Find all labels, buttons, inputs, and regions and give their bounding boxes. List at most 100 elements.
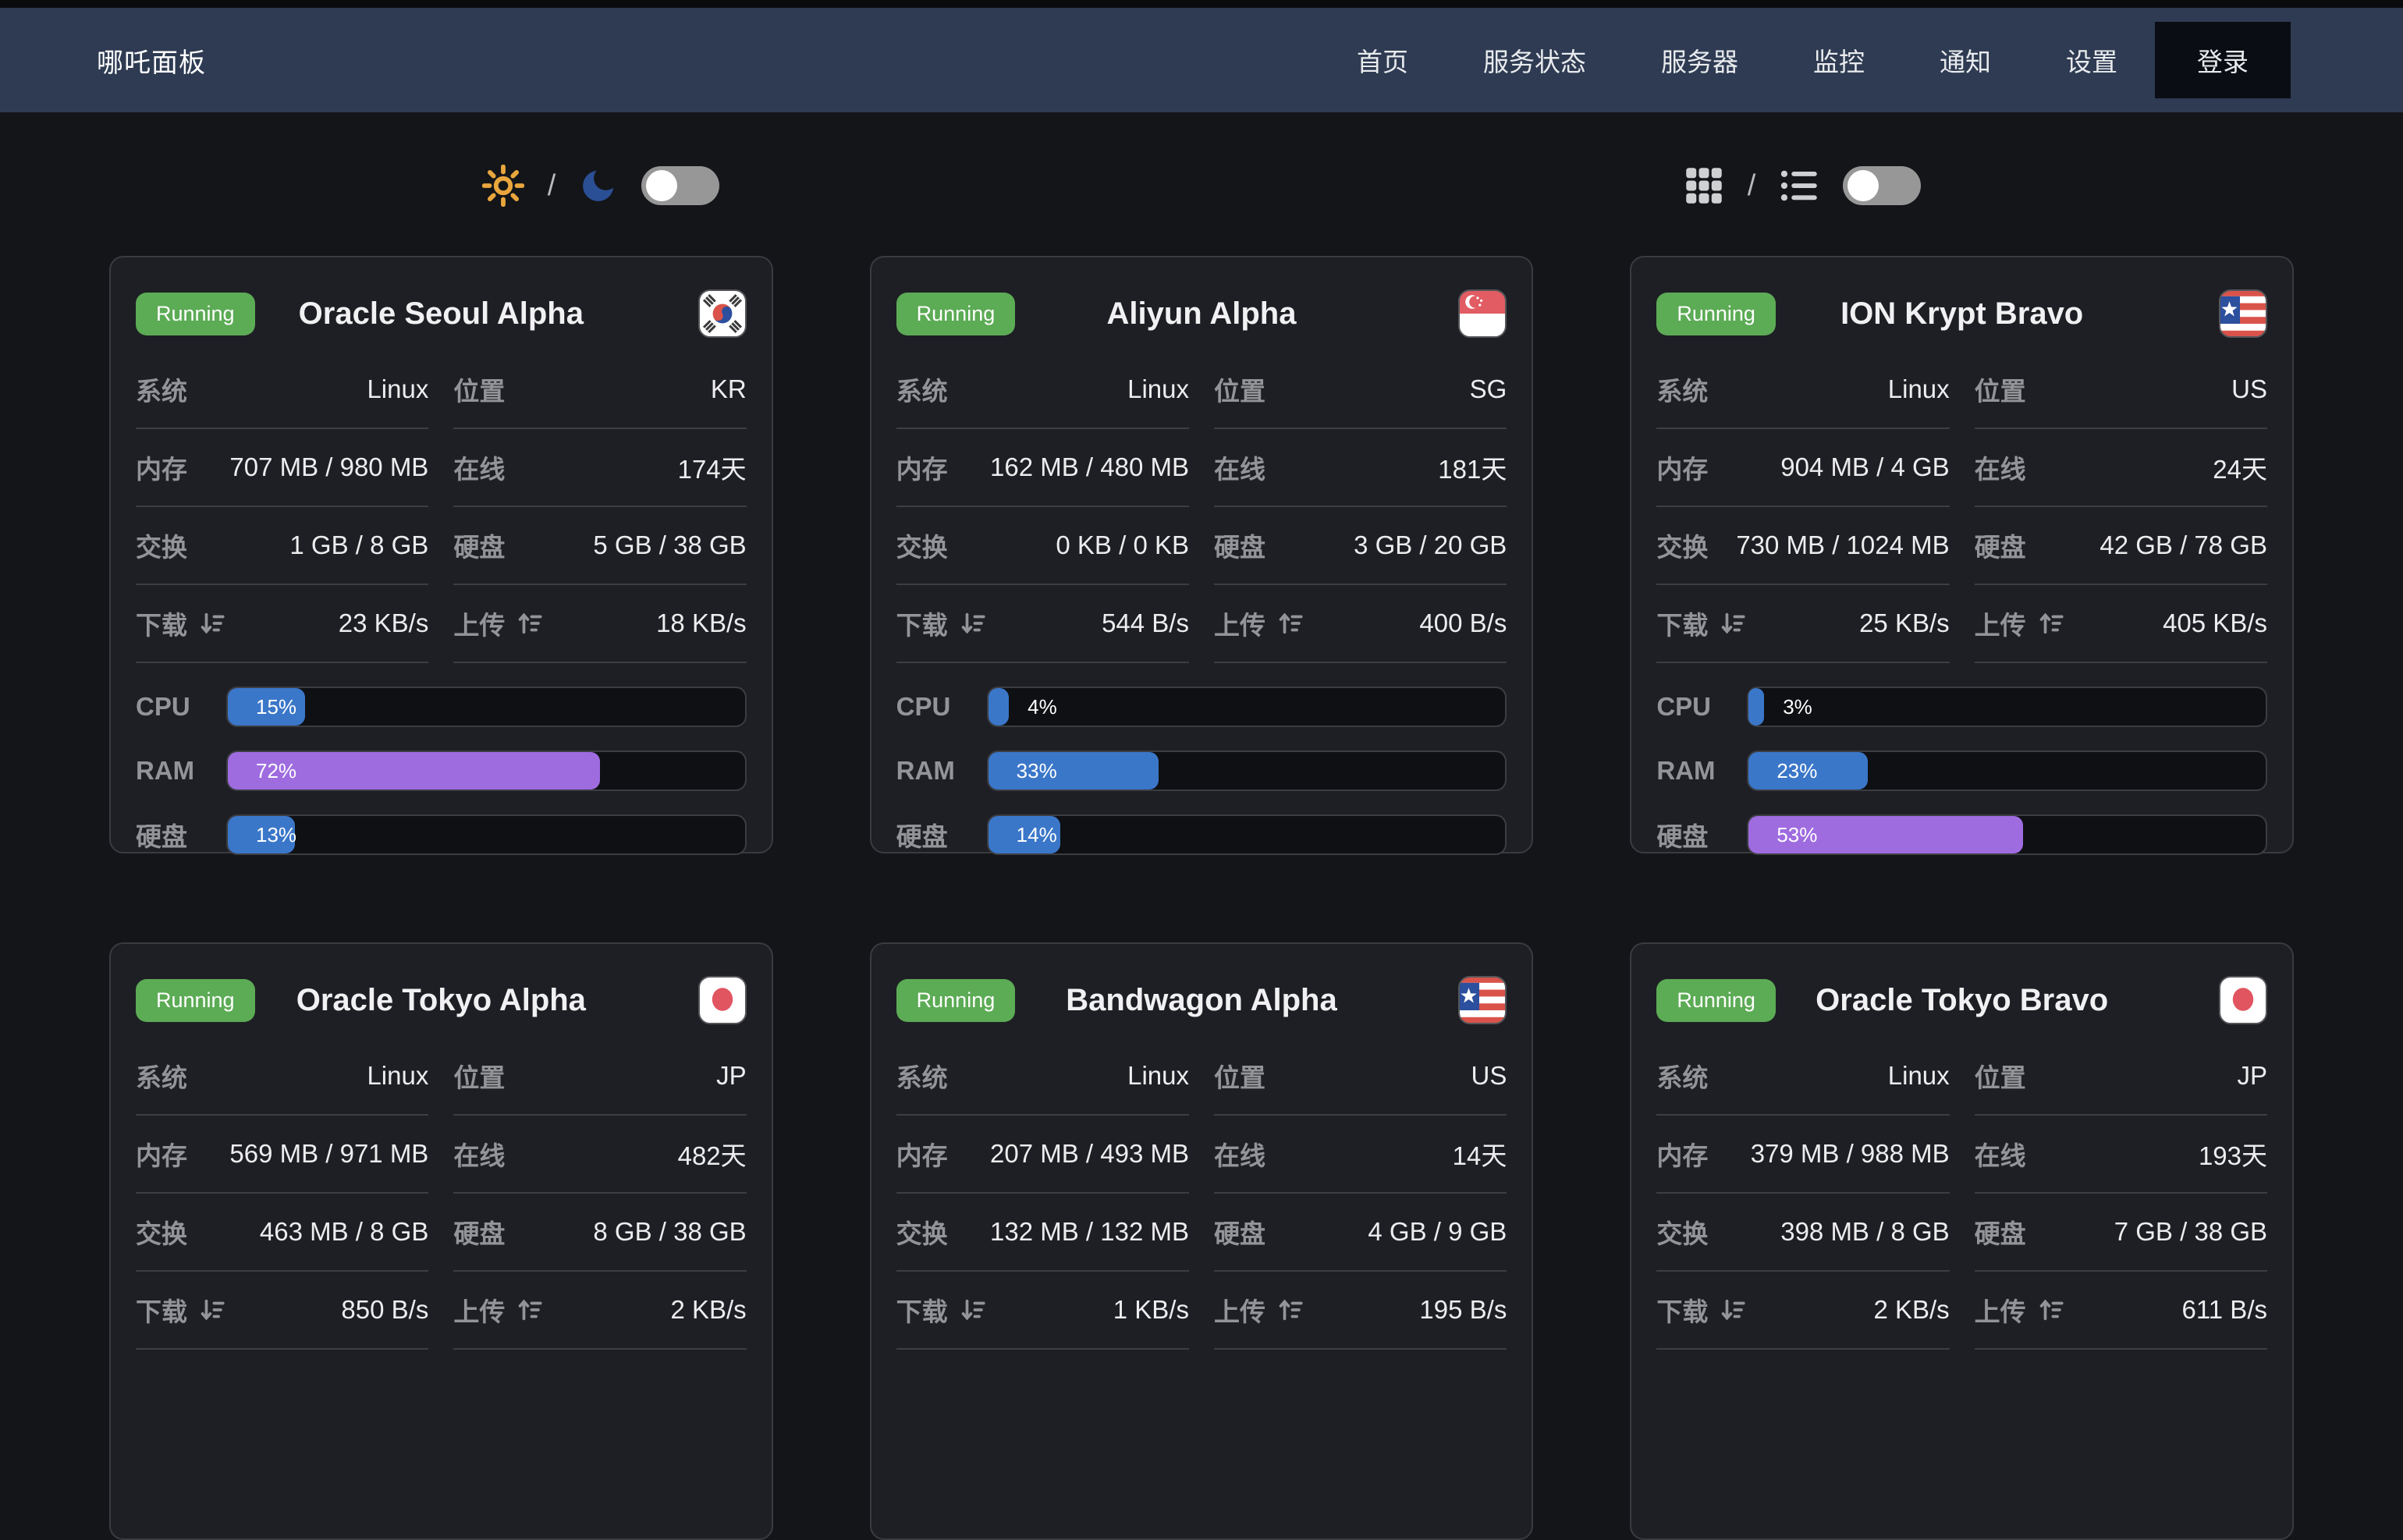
server-card-3[interactable]: Running Oracle Tokyo Alpha 系统 Linux 位置 J… [109,942,773,1540]
ram-bar-label: RAM [896,756,987,786]
server-info: 系统 Linux 位置 JP 内存 569 MB / 971 MB 在线 482… [136,1038,747,1350]
sort-down-icon [200,610,226,637]
disk-label: 硬盘 [1214,527,1265,564]
system-cell: 系统 Linux [1656,351,1949,429]
disk-cell: 硬盘 8 GB / 38 GB [453,1194,746,1272]
uptime-label: 在线 [1975,449,2026,486]
download-cell: 下载 23 KB/s [136,585,428,663]
memory-cell: 内存 707 MB / 980 MB [136,429,428,507]
disk-percent-value: 53% [1777,816,1817,853]
disk-label: 硬盘 [453,527,505,564]
disk-cell: 硬盘 3 GB / 20 GB [1214,507,1507,585]
sort-up-icon [1278,1297,1304,1323]
location-cell: 位置 US [1214,1038,1507,1116]
upload-label: 上传 [1975,605,2065,642]
swap-value: 730 MB / 1024 MB [1736,530,1949,560]
cpu-bar-label: CPU [136,692,226,722]
site-title[interactable]: 哪吒面板 [97,41,206,80]
swap-cell: 交换 463 MB / 8 GB [136,1194,428,1272]
ram-bar-label: RAM [136,756,226,786]
download-label: 下载 [136,605,226,642]
disk-bar-label: 硬盘 [136,816,226,853]
memory-value: 162 MB / 480 MB [990,452,1189,482]
memory-cell: 内存 569 MB / 971 MB [136,1116,428,1194]
server-info: 系统 Linux 位置 KR 内存 707 MB / 980 MB 在线 174… [136,351,747,663]
sort-up-icon [2039,1297,2065,1323]
swap-label: 交换 [136,527,187,564]
uptime-value: 482天 [678,1135,747,1173]
server-card-4[interactable]: Running Bandwagon Alpha 系统 Linux 位置 US 内… [870,942,1534,1540]
sort-down-icon [960,610,987,637]
nav-item-1[interactable]: 服务状态 [1446,8,1624,112]
cpu-percent-value: 4% [1028,688,1057,726]
system-label: 系统 [136,1057,187,1095]
cpu-usage-row: CPU3% [1656,687,2267,727]
server-info: 系统 Linux 位置 US 内存 207 MB / 493 MB 在线 14天… [896,1038,1507,1350]
server-card-1[interactable]: Running Aliyun Alpha 系统 Linux 位置 SG 内存 1… [870,256,1534,853]
uptime-cell: 在线 24天 [1975,429,2267,507]
location-cell: 位置 JP [453,1038,746,1116]
nav-item-0[interactable]: 首页 [1319,8,1446,112]
system-label: 系统 [896,371,948,408]
country-flag-icon [1458,289,1507,338]
download-cell: 下载 1 KB/s [896,1272,1189,1350]
download-label: 下载 [896,1291,987,1329]
disk-label: 硬盘 [1975,527,2026,564]
swap-value: 1 GB / 8 GB [289,530,428,560]
uptime-value: 181天 [1438,449,1507,486]
server-name: Oracle Tokyo Bravo [1816,983,2108,1018]
disk-value: 5 GB / 38 GB [593,530,746,560]
view-separator: / [1748,169,1756,203]
download-label: 下载 [136,1291,226,1329]
disk-usage-row: 硬盘13% [136,814,747,855]
server-card-0[interactable]: Running Oracle Seoul Alpha 系统 Linux 位置 K… [109,256,773,853]
download-value: 1 KB/s [1113,1295,1189,1325]
disk-usage-row: 硬盘14% [896,814,1507,855]
cpu-progress-bar: 3% [1747,687,2267,727]
country-flag-icon [698,976,747,1024]
nav-item-2[interactable]: 服务器 [1624,8,1776,112]
system-value: Linux [1888,374,1950,404]
system-cell: 系统 Linux [136,351,428,429]
status-badge: Running [136,293,255,335]
disk-bar-label: 硬盘 [1656,816,1747,853]
location-value: KR [711,374,747,404]
memory-cell: 内存 379 MB / 988 MB [1656,1116,1949,1194]
download-value: 23 KB/s [339,609,429,638]
swap-cell: 交换 1 GB / 8 GB [136,507,428,585]
nav-item-6[interactable]: 登录 [2155,22,2291,98]
download-label: 下载 [1656,605,1747,642]
nav-item-4[interactable]: 通知 [1902,8,2029,112]
download-value: 850 B/s [341,1295,428,1325]
uptime-value: 14天 [1453,1135,1507,1173]
disk-value: 8 GB / 38 GB [593,1217,746,1247]
disk-label: 硬盘 [1975,1213,2026,1251]
swap-value: 463 MB / 8 GB [260,1217,428,1247]
moon-icon [579,166,618,205]
theme-toggle[interactable] [641,166,719,205]
sort-down-icon [1720,1297,1747,1323]
download-label: 下载 [896,605,987,642]
theme-toggle-knob [646,170,677,201]
disk-value: 4 GB / 9 GB [1368,1217,1507,1247]
swap-cell: 交换 0 KB / 0 KB [896,507,1189,585]
server-info: 系统 Linux 位置 JP 内存 379 MB / 988 MB 在线 193… [1656,1038,2267,1350]
upload-label: 上传 [453,605,544,642]
memory-value: 379 MB / 988 MB [1751,1139,1950,1169]
nav-item-3[interactable]: 监控 [1776,8,1902,112]
server-card-2[interactable]: Running ION Krypt Bravo 系统 Linux 位置 US 内… [1630,256,2294,853]
server-info: 系统 Linux 位置 US 内存 904 MB / 4 GB 在线 24天 交… [1656,351,2267,663]
nav-item-5[interactable]: 设置 [2029,8,2155,112]
server-card-5[interactable]: Running Oracle Tokyo Bravo 系统 Linux 位置 J… [1630,942,2294,1540]
system-cell: 系统 Linux [136,1038,428,1116]
uptime-cell: 在线 482天 [453,1116,746,1194]
cpu-percent-value: 15% [256,688,296,726]
ram-usage-row: RAM72% [136,750,747,791]
download-cell: 下载 850 B/s [136,1272,428,1350]
download-cell: 下载 2 KB/s [1656,1272,1949,1350]
server-name: ION Krypt Bravo [1840,296,2083,332]
memory-value: 569 MB / 971 MB [229,1139,428,1169]
download-value: 2 KB/s [1873,1295,1949,1325]
system-value: Linux [1127,374,1189,404]
view-toggle[interactable] [1843,166,1921,205]
